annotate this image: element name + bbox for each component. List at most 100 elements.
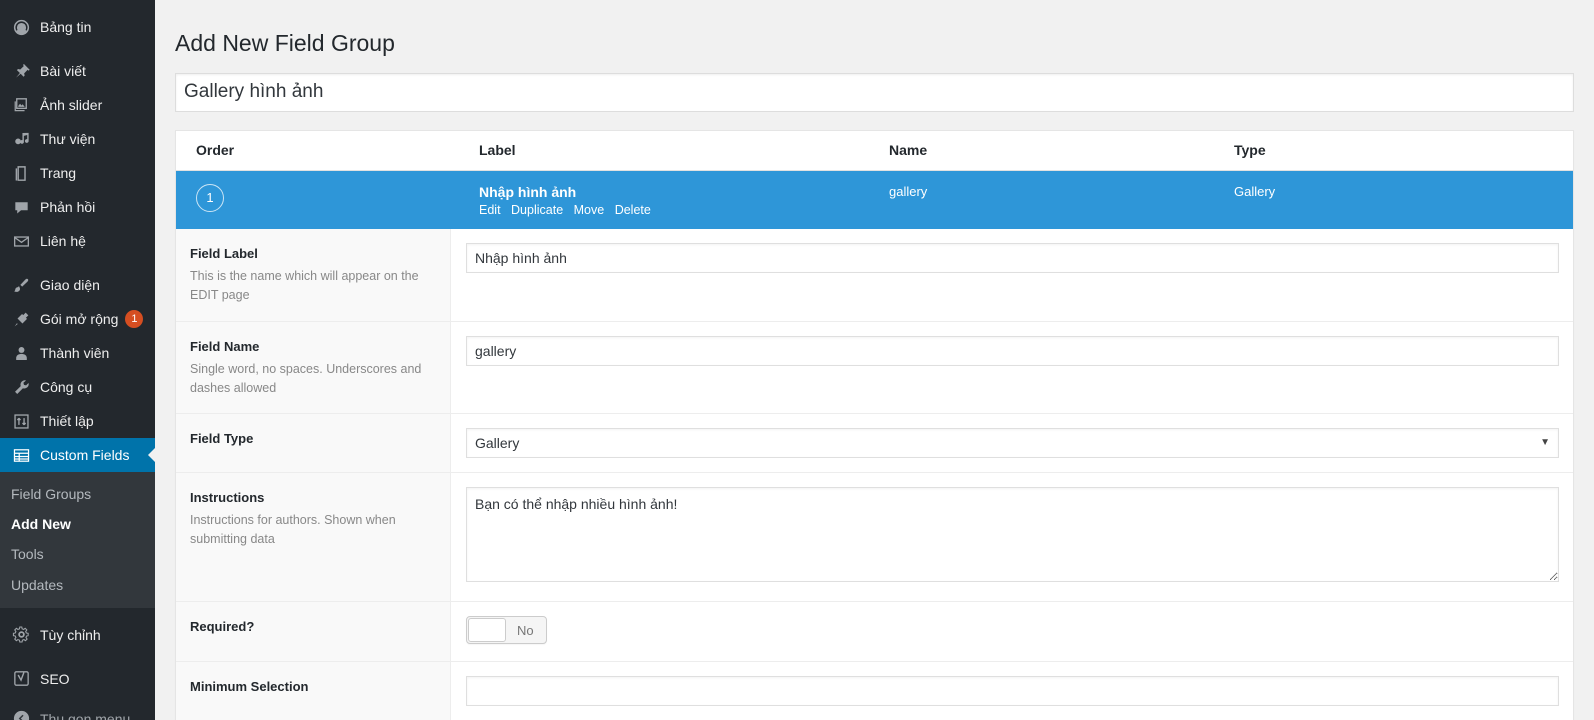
- sidebar-item-label: Bài viết: [40, 63, 86, 79]
- cell-order: 1: [176, 183, 471, 212]
- sidebar-item-media[interactable]: Thư viện: [0, 122, 155, 156]
- setting-title: Field Type: [190, 431, 254, 447]
- sidebar-item-dashboard[interactable]: Bảng tin: [0, 10, 155, 44]
- sidebar-item-label: Thành viên: [40, 345, 110, 361]
- sidebar-item-label: Custom Fields: [40, 447, 130, 463]
- field-row-label[interactable]: Nhập hình ảnh: [479, 184, 873, 200]
- main-content: Add New Field Group Order Label Name Typ…: [155, 0, 1594, 720]
- setting-description: Single word, no spaces. Underscores and …: [190, 361, 422, 395]
- field-group-title-input[interactable]: [175, 72, 1574, 112]
- sidebar-item-plugins[interactable]: Gói mở rộng 1: [0, 302, 155, 336]
- setting-label-column: Required?: [176, 602, 451, 662]
- collapse-menu-button[interactable]: Thu gọn menu: [0, 702, 155, 720]
- sidebar-item-contact[interactable]: Liên hệ: [0, 224, 155, 258]
- setting-description: Instructions for authors. Shown when sub…: [190, 513, 396, 547]
- required-toggle-label: No: [517, 622, 534, 638]
- sidebar-item-custom-fields[interactable]: Custom Fields: [0, 438, 155, 472]
- gear-icon: [11, 625, 31, 645]
- sidebar-item-users[interactable]: Thành viên: [0, 336, 155, 370]
- setting-instructions: Instructions Instructions for authors. S…: [176, 473, 1573, 603]
- sidebar-item-tools[interactable]: Công cụ: [0, 370, 155, 404]
- setting-description: This is the name which will appear on th…: [190, 269, 419, 302]
- submenu-item-add-new[interactable]: Add New: [0, 509, 155, 539]
- field-row-name: gallery: [889, 183, 928, 199]
- row-action-duplicate[interactable]: Duplicate: [511, 203, 563, 217]
- yoast-icon: [11, 669, 31, 689]
- sidebar-item-label: Tùy chỉnh: [40, 626, 101, 643]
- menu-separator-4: [0, 652, 155, 662]
- collapse-menu-label: Thu gọn menu: [40, 710, 131, 720]
- table-row[interactable]: 1 Nhập hình ảnh Edit Duplicate Move Dele…: [176, 170, 1573, 229]
- instructions-textarea[interactable]: Bạn có thể nhập nhiều hình ảnh!: [466, 487, 1559, 583]
- setting-label-column: Field Label This is the name which will …: [176, 228, 451, 321]
- field-label-input[interactable]: [466, 242, 1559, 273]
- setting-input-column: No: [451, 602, 1573, 662]
- column-header-label: Label: [479, 142, 516, 159]
- submenu-item-updates[interactable]: Updates: [0, 570, 155, 600]
- media-icon: [11, 129, 31, 149]
- setting-field-name: Field Name Single word, no spaces. Under…: [176, 321, 1573, 415]
- row-action-delete[interactable]: Delete: [615, 203, 651, 217]
- minimum-selection-input[interactable]: [466, 676, 1559, 707]
- setting-title: Instructions: [190, 490, 265, 506]
- collapse-arrow-icon: [11, 709, 31, 720]
- field-order-badge[interactable]: 1: [196, 183, 224, 212]
- toggle-slider-handle[interactable]: [468, 618, 506, 643]
- sidebar-item-customize[interactable]: Tùy chỉnh: [0, 618, 155, 652]
- setting-input-column: [451, 228, 1573, 321]
- setting-input-column: [451, 662, 1573, 720]
- plugin-icon: [11, 309, 31, 329]
- pin-icon: [11, 61, 31, 81]
- submenu-item-tools[interactable]: Tools: [0, 539, 155, 569]
- sidebar-item-appearance[interactable]: Giao diện: [0, 268, 155, 302]
- required-toggle[interactable]: No: [466, 616, 547, 645]
- menu-spacer-top: [0, 0, 155, 10]
- setting-input-column: [451, 321, 1573, 414]
- sidebar-item-slider-images[interactable]: Ảnh slider: [0, 88, 155, 122]
- setting-label-column: Field Name Single word, no spaces. Under…: [176, 321, 451, 414]
- dashboard-icon: [11, 17, 31, 37]
- sidebar-item-seo[interactable]: SEO: [0, 662, 155, 696]
- sidebar-item-pages[interactable]: Trang: [0, 156, 155, 190]
- images-icon: [11, 95, 31, 115]
- setting-title: Minimum Selection: [190, 679, 309, 695]
- current-menu-arrow-icon: [148, 447, 155, 463]
- field-name-input[interactable]: [466, 335, 1559, 366]
- plugin-update-badge: 1: [125, 310, 144, 328]
- field-list-box: Order Label Name Type 1 Nhập hình ảnh Ed…: [175, 129, 1574, 720]
- page-title: Add New Field Group: [175, 30, 395, 56]
- sidebar-item-settings[interactable]: Thiết lập: [0, 404, 155, 438]
- sidebar-item-label: Thiết lập: [40, 413, 94, 429]
- setting-title: Field Label: [190, 245, 258, 261]
- mail-icon: [11, 231, 31, 251]
- setting-label-column: Field Type: [176, 414, 451, 473]
- setting-minimum-selection: Minimum Selection: [176, 662, 1573, 720]
- user-icon: [11, 343, 31, 363]
- menu-separator-3: [0, 608, 155, 618]
- admin-sidebar: Bảng tin Bài viết Ảnh slider Thư viện Tr…: [0, 0, 155, 720]
- setting-label-column: Minimum Selection: [176, 662, 451, 720]
- column-header-name: Name: [889, 142, 928, 159]
- settings-icon: [11, 411, 31, 431]
- column-header-type: Type: [1234, 142, 1266, 159]
- sidebar-item-comments[interactable]: Phản hồi: [0, 190, 155, 224]
- submenu-item-field-groups[interactable]: Field Groups: [0, 479, 155, 509]
- field-type-select[interactable]: Gallery: [466, 428, 1559, 459]
- setting-input-column: Gallery ▼: [451, 414, 1573, 473]
- row-action-edit[interactable]: Edit: [479, 203, 501, 217]
- wrench-icon: [11, 377, 31, 397]
- setting-input-column: Bạn có thể nhập nhiều hình ảnh!: [451, 473, 1573, 602]
- sidebar-item-label: Ảnh slider: [40, 97, 103, 113]
- sidebar-item-label: Công cụ: [40, 379, 93, 395]
- setting-required: Required? No: [176, 602, 1573, 663]
- field-row-type: Gallery: [1234, 183, 1276, 199]
- menu-separator-2: [0, 258, 155, 268]
- title-input-wrapper: [175, 72, 1574, 112]
- sidebar-item-label: Liên hệ: [40, 233, 86, 249]
- sidebar-item-label: Bảng tin: [40, 19, 92, 35]
- row-action-move[interactable]: Move: [574, 203, 605, 217]
- cell-label: Nhập hình ảnh Edit Duplicate Move Delete: [471, 184, 881, 217]
- field-table-header: Order Label Name Type: [176, 130, 1573, 171]
- custom-fields-submenu: Field Groups Add New Tools Updates: [0, 472, 155, 608]
- sidebar-item-posts[interactable]: Bài viết: [0, 54, 155, 88]
